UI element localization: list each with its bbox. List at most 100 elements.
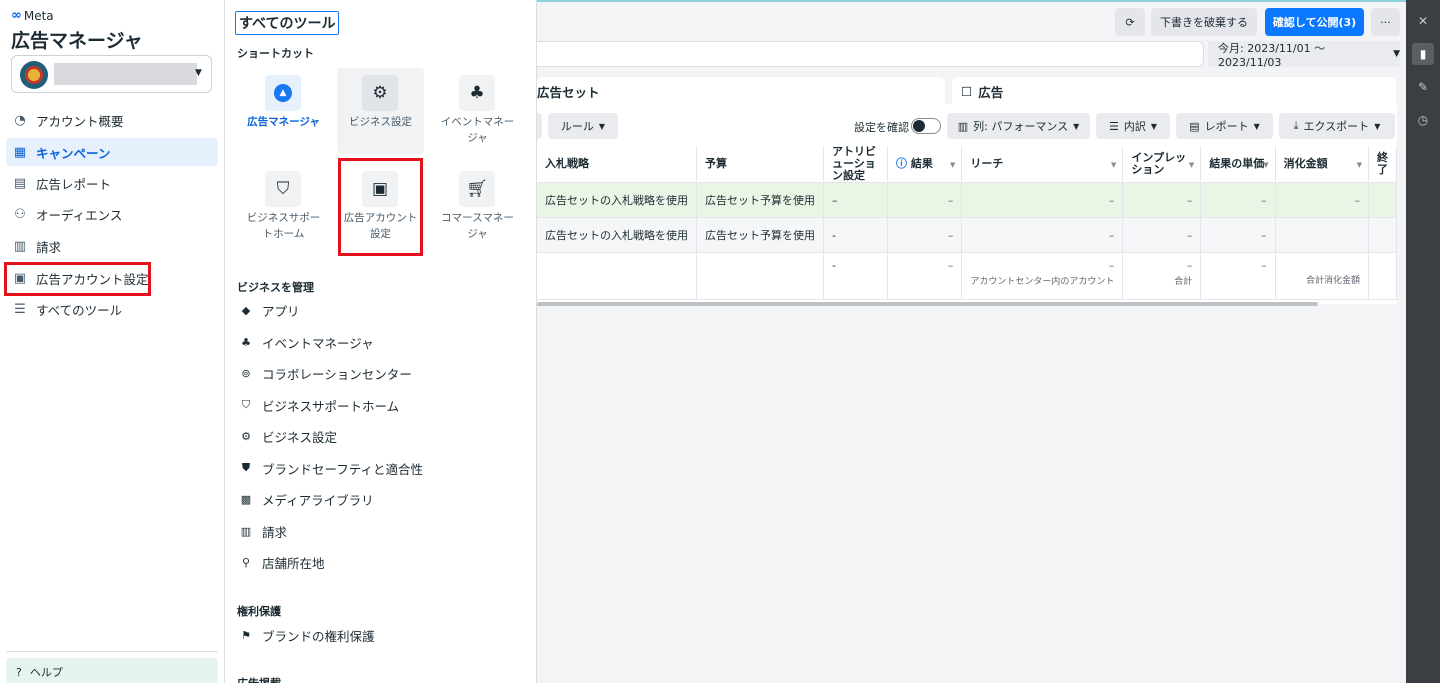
right-rail: ✕ ▮ ✎ ◷ [1406, 0, 1440, 683]
nav-item-ad-reports[interactable]: ▤ 広告レポート [6, 169, 218, 197]
filter-search-bar[interactable] [537, 41, 1204, 67]
col-attribution[interactable]: アトリビューション設定 [823, 146, 889, 183]
question-icon: ? [16, 665, 22, 679]
breakdown-icon: ☰ [1108, 119, 1119, 133]
tool-label: メディアライブラリ [262, 492, 374, 508]
rules-label: ルール [560, 120, 594, 133]
header-label: インプレッション [1131, 151, 1187, 176]
col-reach[interactable]: リーチ ▼ [961, 146, 1124, 183]
cell-results: – [887, 217, 963, 253]
tool-media-library[interactable]: ▩ メディアライブラリ [239, 488, 374, 510]
tool-events-manager[interactable]: ♣ イベントマネージャ [239, 331, 374, 353]
tool-brand-rights-protection[interactable]: ⚑ ブランドの権利保護 [239, 624, 374, 646]
nav-item-account-overview[interactable]: ◔ アカウント概要 [6, 106, 218, 134]
table-row[interactable]: 広告セットの入札戦略を使用 広告セット予算を使用 - – – – – [537, 217, 1398, 253]
total-bid-strategy [537, 252, 697, 300]
gear-icon: ⚙ [362, 75, 398, 111]
nav-item-billing[interactable]: ▥ 請求 [6, 232, 218, 260]
columns-dropdown[interactable]: ▥ 列: パフォーマンス ▼ [947, 113, 1090, 139]
close-icon[interactable]: ✕ [1412, 10, 1434, 32]
caret-down-icon: ▼ [1073, 121, 1080, 131]
billing-icon: ▥ [13, 238, 27, 254]
export-dropdown[interactable]: ⤓ エクスポート ▼ [1279, 113, 1395, 139]
cell-impressions: – [1122, 182, 1202, 218]
review-publish-button[interactable]: 確認して公開(3) [1265, 8, 1364, 36]
breakdown-dropdown[interactable]: ☰ 内訳 ▼ [1096, 113, 1170, 139]
nav-item-all-tools[interactable]: ☰ すべてのツール [6, 295, 218, 323]
tool-apps[interactable]: ◆ アプリ [239, 299, 300, 321]
columns-icon: ▥ [957, 119, 969, 133]
gauge-icon: ◔ [14, 112, 26, 128]
shortcut-events-manager[interactable]: ♣ イベントマネージャ [434, 68, 521, 154]
total-cost-per-result: – [1200, 252, 1276, 300]
nav-item-campaigns[interactable]: ▦ キャンペーン [6, 138, 218, 166]
handshake-icon: ⊚ [241, 366, 251, 380]
col-bid-strategy[interactable]: 入札戦略 [537, 146, 697, 183]
ad-square-icon: ☐ [961, 83, 973, 99]
shortcut-business-settings[interactable]: ⚙ ビジネス設定 [337, 68, 424, 154]
cell-reach: – [961, 217, 1124, 253]
business-section-title: ビジネスを管理 [237, 281, 314, 294]
col-end[interactable]: 終了 [1368, 146, 1398, 183]
shortcut-commerce-manager[interactable]: 🛒︎ コマースマネージャ [434, 164, 521, 250]
col-cost-per-result[interactable]: 結果の単価 ▼ [1200, 146, 1276, 183]
media-library-icon: ▩ [240, 492, 252, 506]
tool-store-locations[interactable]: ⚲ 店舗所在地 [239, 551, 325, 573]
caret-down-icon: ▼ [598, 121, 606, 131]
cell-budget: 広告セット予算を使用 [696, 182, 824, 218]
col-budget[interactable]: 予算 [696, 146, 824, 183]
tool-collaboration-center[interactable]: ⊚ コラボレーションセンター [239, 362, 411, 384]
header-label: アトリビューション設定 [832, 146, 876, 182]
nav-item-label: すべてのツール [36, 302, 123, 318]
nav-item-label: キャンペーン [36, 145, 111, 161]
col-results[interactable]: ⓘ 結果 ▼ [887, 146, 963, 183]
total-results: – [887, 252, 963, 300]
account-selector[interactable]: ▼ [11, 55, 212, 93]
billing-icon: ▥ [240, 524, 252, 538]
tool-brand-safety[interactable]: ⛊ ブランドセーフティと適合性 [239, 457, 423, 479]
horizontal-scrollbar[interactable] [537, 302, 1318, 306]
report-icon: ▤ [13, 175, 27, 191]
discard-draft-button[interactable]: 下書きを破棄する [1151, 8, 1257, 36]
cell-end [1368, 182, 1398, 218]
sort-icon: ▼ [1111, 161, 1117, 169]
shortcut-ads-manager[interactable]: ▲ 広告マネージャ [240, 68, 327, 154]
export-label: エクスポート [1303, 120, 1370, 133]
cell-bid-strategy: 広告セットの入札戦略を使用 [537, 217, 697, 253]
rules-dropdown[interactable]: ルール ▼ [548, 113, 618, 139]
sort-icon: ▼ [1188, 161, 1195, 169]
total-amount-spent: 合計消化金額 [1275, 252, 1369, 300]
all-tools-title: すべてのツール [235, 11, 340, 35]
chart-icon[interactable]: ▮ [1412, 43, 1434, 65]
shortcut-business-support-home[interactable]: ⛉ ビジネスサポートホーム [240, 164, 327, 250]
col-impressions[interactable]: インプレッション ▼ [1122, 146, 1202, 183]
review-settings-toggle[interactable] [911, 118, 941, 134]
table-row[interactable]: 広告セットの入札戦略を使用 広告セット予算を使用 – – – – – – [537, 182, 1398, 218]
reports-dropdown[interactable]: ▤ レポート ▼ [1176, 113, 1273, 139]
tool-business-support-home[interactable]: ⛉ ビジネスサポートホーム [239, 394, 399, 416]
breakdown-label: 内訳 [1123, 120, 1146, 133]
toolbar-clipped-button[interactable] [537, 113, 542, 139]
total-impressions-value: – [1186, 259, 1193, 272]
nav-divider [6, 651, 218, 652]
tool-business-settings[interactable]: ⚙ ビジネス設定 [239, 425, 337, 447]
columns-label: 列: パフォーマンス [973, 120, 1069, 133]
total-end [1368, 252, 1398, 300]
nav-item-audiences[interactable]: ⚇ オーディエンス [6, 200, 218, 228]
pencil-icon[interactable]: ✎ [1412, 76, 1434, 98]
cell-cost-per-result: – [1200, 182, 1276, 218]
date-range-picker[interactable]: 今月: 2023/11/01 〜 2023/11/03 ▼ [1208, 41, 1400, 69]
download-icon: ⤓ [1293, 119, 1299, 132]
help-button[interactable]: ? ヘルプ [6, 658, 218, 683]
meta-infinity-icon: ∞ [11, 8, 22, 23]
refresh-button[interactable]: ⟳ [1115, 8, 1145, 36]
more-options-button[interactable]: ··· [1371, 8, 1400, 36]
tool-billing[interactable]: ▥ 請求 [239, 520, 287, 542]
clock-icon[interactable]: ◷ [1412, 109, 1434, 131]
table-grid-icon: ▦ [13, 144, 27, 160]
col-amount-spent[interactable]: 消化金額 ▼ [1275, 146, 1369, 183]
tab-ads[interactable]: ☐ 広告 [952, 77, 1396, 105]
tab-adsets[interactable]: 広告セット [537, 77, 945, 105]
sort-icon: ▼ [1263, 161, 1269, 169]
header-label: 結果の単価 [1209, 157, 1265, 170]
